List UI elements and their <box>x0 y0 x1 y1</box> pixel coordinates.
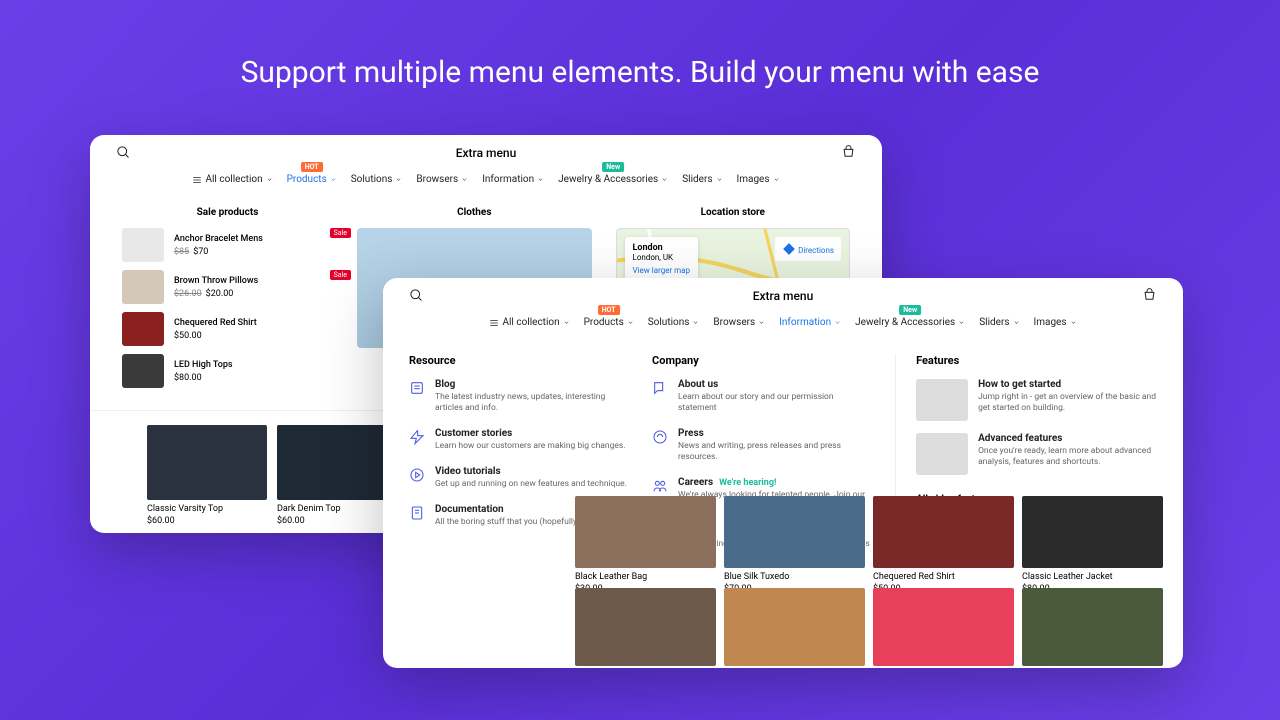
col-location-heading: Location store <box>616 207 850 218</box>
feature-thumb <box>916 379 968 421</box>
cart-icon[interactable] <box>1142 288 1157 303</box>
cart-icon[interactable] <box>841 145 856 160</box>
nav-all-collection[interactable]: All collection <box>489 317 569 328</box>
product-card[interactable]: Classic Varsity Top$60.00 <box>147 425 267 526</box>
resource-heading: Resource <box>409 354 628 367</box>
sale-product-row[interactable]: Anchor Bracelet Mens$85$70Sale <box>122 228 333 262</box>
hero-heading: Support multiple menu elements. Build yo… <box>0 0 1280 135</box>
nav-browsers[interactable]: Browsers <box>416 174 468 185</box>
new-badge: New <box>899 305 921 315</box>
nav-all-collection[interactable]: All collection <box>192 174 272 185</box>
company-item[interactable]: PressNews and writing, press releases an… <box>652 428 871 463</box>
nav-products[interactable]: HOTProducts <box>584 317 634 328</box>
main-nav: All collection HOTProducts Solutions Bro… <box>383 313 1183 336</box>
features-heading: Features <box>916 354 1157 367</box>
nav-solutions[interactable]: Solutions <box>648 317 700 328</box>
col-clothes-heading: Clothes <box>357 207 591 218</box>
brand-title: Extra menu <box>456 146 517 160</box>
chevron-down-icon <box>266 176 273 183</box>
company-heading: Company <box>652 354 871 367</box>
product-grid: Black Leather Bag$30.00Blue Silk Tuxedo$… <box>575 496 1163 594</box>
nav-sliders[interactable]: Sliders <box>682 174 722 185</box>
map-info-box: LondonLondon, UKView larger map <box>625 237 699 281</box>
nav-solutions[interactable]: Solutions <box>351 174 403 185</box>
sale-badge: Sale <box>330 228 351 238</box>
hot-badge: HOT <box>301 162 323 172</box>
nav-jewelry[interactable]: NewJewelry & Accessories <box>855 317 965 328</box>
nav-information[interactable]: Information <box>779 317 841 328</box>
company-icon <box>652 478 668 494</box>
nav-information[interactable]: Information <box>482 174 544 185</box>
hot-badge: HOT <box>598 305 620 315</box>
sale-product-row[interactable]: LED High Tops$80.00 <box>122 354 333 388</box>
view-larger-map-link[interactable]: View larger map <box>633 266 691 275</box>
nav-jewelry[interactable]: NewJewelry & Accessories <box>558 174 668 185</box>
product-card[interactable] <box>575 588 716 666</box>
product-card[interactable] <box>724 588 865 666</box>
resource-item[interactable]: BlogThe latest industry news, updates, i… <box>409 379 628 414</box>
product-grid-row2 <box>575 588 1163 666</box>
product-card[interactable]: Black Leather Bag$30.00 <box>575 496 716 594</box>
product-card[interactable]: Classic Leather Jacket$80.00 <box>1022 496 1163 594</box>
nav-images[interactable]: Images <box>1034 317 1077 328</box>
product-card[interactable] <box>873 588 1014 666</box>
company-icon <box>652 429 668 445</box>
company-icon <box>652 380 668 396</box>
feature-thumb <box>916 433 968 475</box>
main-nav: All collection HOTProducts Solutions Bro… <box>90 170 882 193</box>
nav-browsers[interactable]: Browsers <box>713 317 765 328</box>
resource-item[interactable]: Customer storiesLearn how our customers … <box>409 428 628 452</box>
new-badge: New <box>602 162 624 172</box>
col-sale-heading: Sale products <box>122 207 333 218</box>
nav-products[interactable]: HOTProducts <box>287 174 337 185</box>
search-icon[interactable] <box>409 288 424 303</box>
resource-icon <box>409 429 425 445</box>
resource-item[interactable]: Video tutorialsGet up and running on new… <box>409 466 628 490</box>
resource-icon <box>409 505 425 521</box>
sale-product-row[interactable]: Chequered Red Shirt$50.00 <box>122 312 333 346</box>
directions-button[interactable]: Directions <box>775 237 841 261</box>
product-card[interactable] <box>1022 588 1163 666</box>
resource-icon <box>409 380 425 396</box>
search-icon[interactable] <box>116 145 131 160</box>
brand-title: Extra menu <box>753 289 814 303</box>
company-item[interactable]: About usLearn about our story and our pe… <box>652 379 871 414</box>
nav-images[interactable]: Images <box>737 174 780 185</box>
feature-item[interactable]: Advanced featuresOnce you're ready, lear… <box>916 433 1157 475</box>
product-card[interactable]: Chequered Red Shirt$50.00 <box>873 496 1014 594</box>
feature-item[interactable]: How to get startedJump right in - get an… <box>916 379 1157 421</box>
sale-badge: Sale <box>330 270 351 280</box>
product-card[interactable]: Dark Denim Top$60.00 <box>277 425 397 526</box>
nav-sliders[interactable]: Sliders <box>979 317 1019 328</box>
sale-product-row[interactable]: Brown Throw Pillows$26.00$20.00Sale <box>122 270 333 304</box>
card-information-mega: Extra menu All collection HOTProducts So… <box>383 278 1183 668</box>
product-card[interactable]: Blue Silk Tuxedo$70.00 <box>724 496 865 594</box>
card1-product-row: Classic Varsity Top$60.00 Dark Denim Top… <box>147 425 397 526</box>
resource-icon <box>409 467 425 483</box>
